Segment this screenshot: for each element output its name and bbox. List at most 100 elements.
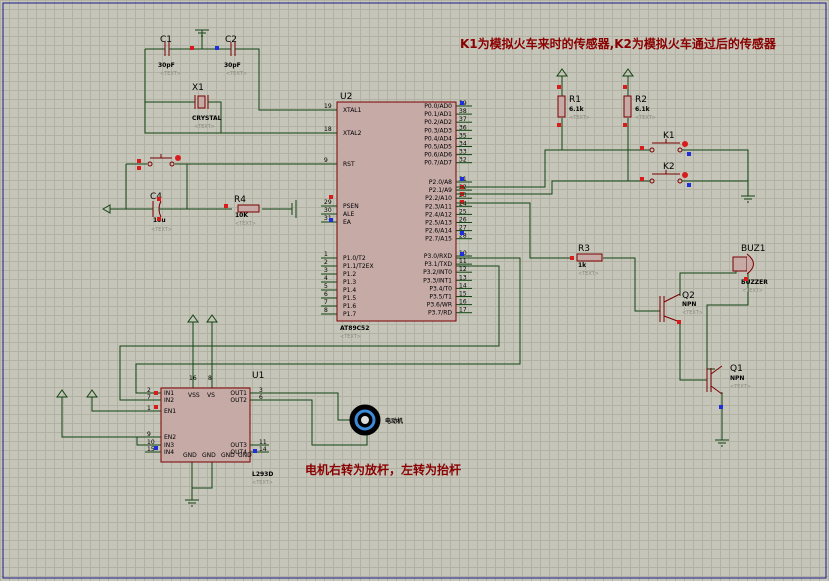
- resistor-r1[interactable]: R1 6.1k <TEXT>: [557, 88, 590, 121]
- driver-pin-name: IN1: [164, 390, 174, 397]
- mcu-pin-name: P2.4/A12: [425, 211, 452, 218]
- transistor-q2[interactable]: Q2 NPN <TEXT>: [659, 291, 703, 323]
- mcu-part: AT89C52: [340, 325, 369, 332]
- mcu-pin-name: P3.0/RXD: [424, 253, 452, 260]
- x1-ref: X1: [192, 83, 204, 93]
- mcu-pin-name: PSEN: [343, 203, 359, 210]
- capacitor-c1[interactable]: C1 30pF <TEXT>: [158, 35, 187, 77]
- buz1-text: <TEXT>: [742, 288, 763, 294]
- pin-marker-blue: [719, 405, 723, 409]
- c2-ref: C2: [225, 35, 237, 45]
- mcu-pin-name: P1.1/T2EX: [343, 263, 374, 270]
- driver-gnd-label: GND: [183, 452, 197, 459]
- mcu-text: <TEXT>: [340, 334, 361, 340]
- mcu-pin-number: 9: [324, 157, 328, 164]
- mcu-pin-name: P2.0/A8: [429, 179, 452, 186]
- mcu-pin-name: P2.2/A10: [425, 195, 452, 202]
- pin-marker-red: [557, 123, 561, 127]
- schematic-canvas[interactable]: K1为模拟火车来时的传感器,K2为模拟火车通过后的传感器 电机右转为放杆，左转为…: [0, 0, 829, 581]
- mcu-pin-name: P1.5: [343, 295, 356, 302]
- mcu-pin-name: ALE: [343, 211, 354, 218]
- driver-pin-name: OUT3: [230, 442, 247, 449]
- pin-marker-red: [640, 146, 644, 150]
- mcu-u2[interactable]: U2 AT89C52 <TEXT> 19XTAL118XTAL29RST29PS…: [321, 92, 472, 340]
- c4-text: <TEXT>: [151, 227, 172, 233]
- k2-ref: K2: [663, 162, 675, 172]
- driver-pin-number: 11: [259, 439, 267, 446]
- c1-text: <TEXT>: [160, 71, 181, 77]
- capacitor-c2[interactable]: C2 30pF <TEXT>: [224, 35, 247, 77]
- mcu-pin-name: P2.3/A11: [425, 203, 452, 210]
- driver-pin-number: 9: [147, 431, 151, 438]
- mcu-pin-name: P3.1/TXD: [424, 261, 452, 268]
- mcu-pin-number: 4: [324, 275, 328, 282]
- driver-pin-name: IN2: [164, 397, 174, 404]
- mcu-pin-name: P3.5/T1: [429, 294, 452, 301]
- mcu-pin-number: 6: [324, 291, 328, 298]
- driver-u1[interactable]: U1 L293D <TEXT> 2 IN1 7 IN2 1 EN1 9 EN2 10 IN3 15 I…: [145, 371, 273, 486]
- schematic-sheet[interactable]: K1为模拟火车来时的传感器,K2为模拟火车通过后的传感器 电机右转为放杆，左转为…: [0, 0, 829, 581]
- mcu-pin-number: 33: [459, 149, 467, 156]
- mcu-pin-number: 3: [324, 267, 328, 274]
- driver-pin-number: 8: [208, 375, 212, 382]
- sensor-wires: [456, 76, 749, 312]
- driver-pin-name: VS: [207, 392, 215, 399]
- mcu-pin-name: P3.2/INT0: [423, 269, 452, 276]
- mcu-pin-name: P1.4: [343, 287, 356, 294]
- mcu-right-pins: 39P0.0/AD038P0.1/AD137P0.2/AD236P0.3/AD3…: [423, 100, 472, 317]
- mcu-pin-number: 37: [459, 116, 467, 123]
- driver-ref: U1: [252, 371, 264, 381]
- switch-k2[interactable]: K2: [644, 162, 688, 184]
- crystal-x1[interactable]: X1 CRYSTAL <TEXT>: [187, 83, 222, 130]
- q1-value: NPN: [730, 375, 744, 382]
- driver-pin-name: IN3: [164, 442, 174, 449]
- pin-marker-red: [623, 123, 627, 127]
- mcu-pin-name: P3.3/INT1: [423, 277, 452, 284]
- pin-marker-red: [623, 85, 627, 89]
- mcu-pin-number: 7: [324, 299, 328, 306]
- mcu-pin-name: P0.0/AD0: [424, 103, 452, 110]
- pin-marker-red: [157, 217, 161, 221]
- motor[interactable]: 电动机: [349, 404, 403, 436]
- mcu-pin-name: P2.5/A13: [425, 220, 452, 227]
- driver-pin-name: OUT1: [230, 390, 247, 397]
- pin-marker-red: [190, 46, 194, 50]
- mcu-pin-number: 35: [459, 132, 467, 139]
- mcu-pin-name: P2.6/A14: [425, 228, 452, 235]
- mcu-pin-name: P1.2: [343, 271, 356, 278]
- driver-pin-number: 2: [147, 387, 151, 394]
- mcu-pin-number: 12: [459, 266, 467, 273]
- mcu-pin-number: 8: [324, 307, 328, 314]
- q2-ref: Q2: [682, 291, 695, 301]
- resistor-r2[interactable]: R2 6.1k <TEXT>: [623, 88, 656, 121]
- driver-pin-number: 16: [189, 375, 197, 382]
- driver-text: <TEXT>: [252, 480, 273, 486]
- buzzer-buz1[interactable]: BUZ1 BUZZER <TEXT>: [732, 244, 768, 294]
- resistor-r3[interactable]: R3 1k <TEXT>: [576, 244, 603, 277]
- vcc-arrow-en2: [56, 389, 68, 398]
- mcu-pin-name: EA: [343, 219, 352, 226]
- pin-marker-blue: [687, 152, 691, 156]
- r4-text: <TEXT>: [235, 221, 256, 227]
- mcu-pin-number: 27: [459, 225, 467, 232]
- c1-value: 30pF: [158, 62, 175, 69]
- driver-pin-name: EN2: [164, 434, 176, 441]
- c2-value: 30pF: [224, 62, 241, 69]
- mcu-pin-number: 16: [459, 299, 467, 306]
- c1-ref: C1: [160, 35, 172, 45]
- mcu-pin-number: 11: [459, 258, 467, 265]
- vcc-arrow-en1: [86, 389, 98, 398]
- resistor-r4[interactable]: R4 10K <TEXT>: [234, 195, 260, 227]
- annotation-motor: 电机右转为放杆，左转为抬杆: [305, 462, 461, 477]
- driver-part: L293D: [252, 471, 273, 478]
- driver-pin-number: 7: [147, 394, 151, 401]
- pin-marker-blue: [687, 183, 691, 187]
- pin-marker-red: [137, 166, 141, 170]
- mcu-pin-name: P1.3: [343, 279, 356, 286]
- r2-value: 6.1k: [635, 106, 651, 113]
- pin-marker-red: [640, 177, 644, 181]
- r3-text: <TEXT>: [578, 271, 599, 277]
- switch-k1[interactable]: K1: [644, 131, 688, 153]
- mcu-pin-number: 30: [324, 207, 332, 214]
- pin-marker-red: [137, 159, 141, 163]
